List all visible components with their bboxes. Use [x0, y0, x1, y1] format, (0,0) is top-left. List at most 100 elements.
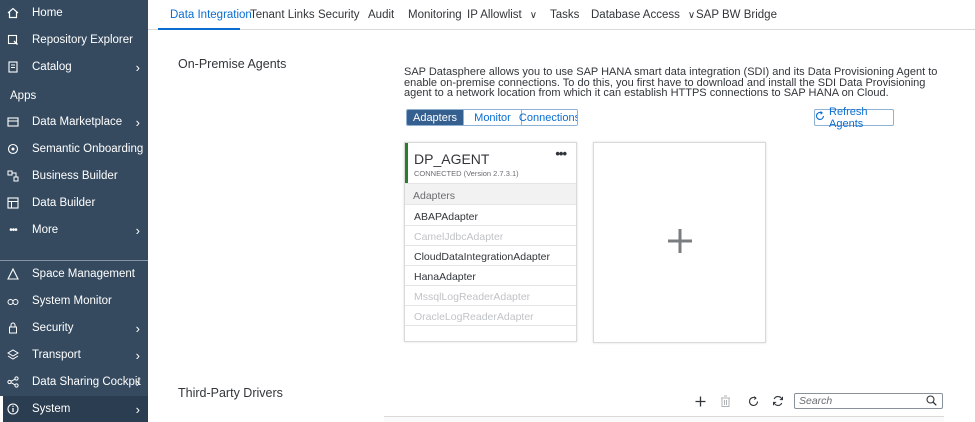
nav-label: More	[32, 224, 59, 236]
business-builder-icon	[6, 169, 20, 183]
more-options-icon[interactable]: •••	[555, 146, 567, 161]
nav-label: Data Marketplace	[32, 116, 123, 128]
nav-group-apps: Apps	[10, 90, 37, 102]
chevron-down-icon: ∨	[687, 10, 696, 21]
section-title-on-premise: On-Premise Agents	[178, 57, 287, 71]
space-management-icon	[6, 267, 20, 281]
sync-icon[interactable]	[771, 394, 785, 408]
view-segmented-button: Adapters Monitor Connections	[406, 109, 578, 126]
nav-label: Security	[32, 322, 74, 334]
nav-label: System Monitor	[32, 295, 112, 307]
tab-database-access[interactable]: Database Access ∨	[591, 9, 695, 21]
adapter-row: CamelJdbcAdapter	[405, 226, 576, 246]
adapter-name: MssqlLogReaderAdapter	[414, 291, 531, 303]
refresh-icon	[815, 111, 825, 124]
adapter-name: HanaAdapter	[414, 271, 476, 283]
adapter-row: OracleLogReaderAdapter	[405, 306, 576, 326]
nav-label: Transport	[32, 349, 81, 361]
nav-label: Home	[32, 7, 63, 19]
chevron-right-icon: ›	[135, 321, 140, 336]
security-icon	[6, 321, 20, 335]
connected-indicator	[405, 143, 408, 183]
chevron-right-icon: ›	[135, 402, 140, 417]
chevron-right-icon: ›	[135, 223, 140, 238]
nav-item-catalog[interactable]: Catalog ›	[0, 54, 148, 81]
system-monitor-icon	[6, 294, 20, 308]
tab-sap-bw-bridge[interactable]: SAP BW Bridge	[696, 9, 777, 21]
tab-label: Database Access	[591, 9, 680, 21]
tab-tenant-links[interactable]: Tenant Links	[250, 9, 315, 21]
adapter-row: MssqlLogReaderAdapter	[405, 286, 576, 306]
nav-item-transport[interactable]: Transport ›	[0, 342, 148, 369]
transport-icon	[6, 348, 20, 362]
more-icon: •••	[9, 224, 18, 236]
refresh-label: Refresh Agents	[829, 105, 868, 130]
active-tab-indicator	[158, 28, 240, 30]
add-icon	[666, 227, 694, 258]
tab-data-integration[interactable]: Data Integration	[170, 9, 252, 21]
chevron-down-icon: ∨	[529, 10, 538, 21]
chevron-right-icon: ›	[135, 115, 140, 130]
nav-item-home[interactable]: Home	[0, 0, 148, 27]
nav-item-semantic-onboarding[interactable]: Semantic Onboarding	[0, 136, 148, 163]
add-driver-icon[interactable]	[693, 394, 707, 408]
tab-security[interactable]: Security	[318, 9, 360, 21]
drivers-table	[384, 416, 944, 422]
nav-label: Business Builder	[32, 170, 118, 182]
segment-monitor[interactable]: Monitor	[463, 110, 521, 125]
info-icon	[6, 402, 20, 416]
nav-item-security[interactable]: Security ›	[0, 315, 148, 342]
tab-tasks[interactable]: Tasks	[550, 9, 579, 21]
main-content: Data Integration Tenant Links Security A…	[148, 0, 975, 422]
nav-item-system[interactable]: System ›	[0, 396, 148, 422]
search-icon[interactable]	[926, 395, 937, 409]
nav-label: System	[32, 403, 71, 415]
nav-label: Data Sharing Cockpit	[32, 376, 141, 388]
catalog-icon	[6, 60, 20, 74]
nav-item-space-management[interactable]: Space Management	[0, 261, 148, 288]
nav-label: Data Builder	[32, 197, 96, 209]
add-agent-card[interactable]	[593, 142, 766, 343]
adapter-name: ABAPAdapter	[414, 211, 479, 223]
nav-item-business-builder[interactable]: Business Builder	[0, 163, 148, 190]
nav-item-system-monitor[interactable]: System Monitor	[0, 288, 148, 315]
nav-item-data-marketplace[interactable]: Data Marketplace ›	[0, 109, 148, 136]
tab-monitoring[interactable]: Monitoring	[408, 9, 462, 21]
adapters-header: Adapters	[405, 183, 576, 205]
agent-status: CONNECTED (Version 2.7.3.1)	[414, 169, 519, 178]
data-builder-icon	[6, 196, 20, 210]
tab-bar: Data Integration Tenant Links Security A…	[148, 0, 975, 30]
nav-label: Repository Explorer	[32, 34, 133, 46]
delete-icon[interactable]	[718, 394, 732, 408]
tab-ip-allowlist[interactable]: IP Allowlist ∨	[467, 9, 537, 21]
refresh-agents-button[interactable]: Refresh Agents	[814, 106, 894, 130]
nav-label: Catalog	[32, 61, 72, 73]
repository-icon	[6, 33, 20, 47]
semantic-icon	[6, 142, 20, 156]
side-navigation: Home Repository Explorer Catalog › Apps …	[0, 0, 148, 422]
search-field[interactable]	[794, 393, 943, 409]
adapter-row[interactable]: CloudDataIntegrationAdapter	[405, 246, 576, 266]
nav-item-data-builder[interactable]: Data Builder	[0, 190, 148, 217]
tab-label: IP Allowlist	[467, 9, 522, 21]
share-icon	[6, 375, 20, 389]
nav-item-repository-explorer[interactable]: Repository Explorer	[0, 27, 148, 54]
chevron-right-icon: ›	[135, 375, 140, 390]
segment-connections[interactable]: Connections	[519, 110, 577, 125]
adapter-row[interactable]: ABAPAdapter	[405, 206, 576, 226]
marketplace-icon	[6, 115, 20, 129]
refresh-icon[interactable]	[746, 394, 760, 408]
chevron-right-icon: ›	[135, 60, 140, 75]
nav-label: Semantic Onboarding	[32, 143, 144, 155]
nav-item-more[interactable]: ••• More ›	[0, 217, 148, 244]
nav-item-data-sharing-cockpit[interactable]: Data Sharing Cockpit ›	[0, 369, 148, 396]
search-input[interactable]	[799, 395, 924, 407]
home-icon	[6, 6, 20, 20]
chevron-right-icon: ›	[135, 348, 140, 363]
nav-label: Space Management	[32, 268, 135, 280]
agent-name: DP_AGENT	[414, 151, 490, 167]
tab-audit[interactable]: Audit	[368, 9, 394, 21]
adapter-row[interactable]: HanaAdapter	[405, 266, 576, 286]
agent-card[interactable]: DP_AGENT ••• CONNECTED (Version 2.7.3.1)…	[404, 142, 577, 342]
segment-adapters[interactable]: Adapters	[407, 110, 463, 125]
